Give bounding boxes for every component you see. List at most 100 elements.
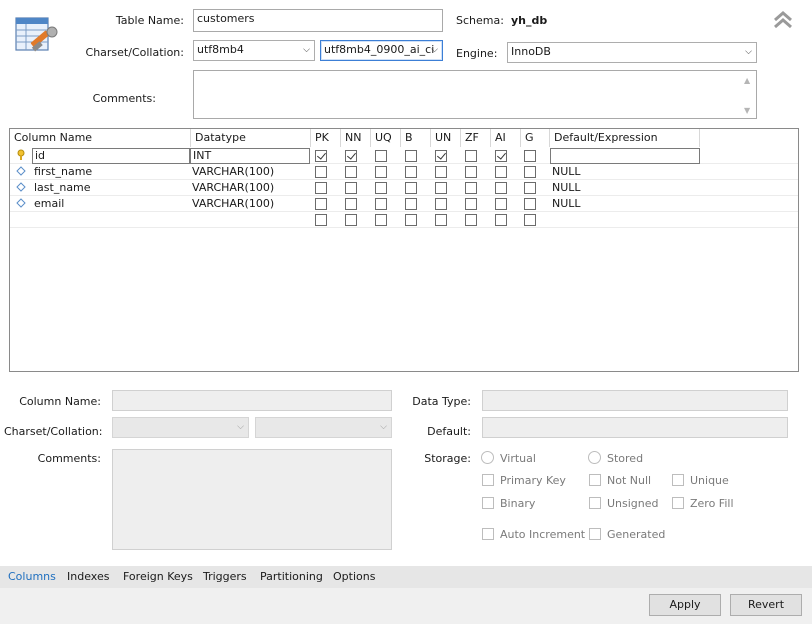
nn-checkbox[interactable] — [345, 182, 357, 194]
zf-checkbox[interactable] — [465, 198, 477, 210]
collation-select[interactable]: utf8mb4_0900_ai_ci ⌵ — [320, 40, 443, 61]
col-header-b[interactable]: B — [401, 129, 431, 147]
ai-checkbox[interactable] — [495, 214, 507, 226]
pk-checkbox[interactable] — [315, 166, 327, 178]
b-checkbox[interactable] — [405, 214, 417, 226]
detail-column-name-input[interactable] — [112, 390, 392, 411]
nn-checkbox[interactable] — [345, 150, 357, 162]
ai-checkbox[interactable] — [495, 182, 507, 194]
un-checkbox[interactable] — [435, 150, 447, 162]
table-row[interactable]: last_name VARCHAR(100) NULL — [10, 180, 798, 196]
stored-radio[interactable] — [588, 451, 601, 464]
default-cell[interactable]: NULL — [552, 196, 581, 212]
un-checkbox[interactable] — [435, 182, 447, 194]
column-name-cell[interactable]: email — [34, 196, 190, 212]
binary-checkbox[interactable] — [482, 497, 494, 509]
uq-checkbox[interactable] — [375, 150, 387, 162]
uq-checkbox[interactable] — [375, 198, 387, 210]
primary-key-checkbox[interactable] — [482, 474, 494, 486]
b-checkbox[interactable] — [405, 166, 417, 178]
tab-columns[interactable]: Columns — [8, 570, 56, 583]
col-header-default[interactable]: Default/Expression — [550, 129, 700, 147]
tab-indexes[interactable]: Indexes — [67, 570, 109, 583]
nn-checkbox[interactable] — [345, 214, 357, 226]
virtual-radio[interactable] — [481, 451, 494, 464]
pk-checkbox[interactable] — [315, 198, 327, 210]
column-name-cell[interactable]: id — [32, 148, 190, 164]
un-checkbox[interactable] — [435, 198, 447, 210]
comments-textarea[interactable]: ▲ ▼ — [193, 70, 757, 119]
engine-select[interactable]: InnoDB ⌵ — [507, 42, 757, 63]
pk-checkbox[interactable] — [315, 214, 327, 226]
table-row[interactable]: email VARCHAR(100) NULL — [10, 196, 798, 212]
table-row[interactable] — [10, 212, 798, 228]
zf-checkbox[interactable] — [465, 214, 477, 226]
unique-checkbox[interactable] — [672, 474, 684, 486]
g-checkbox[interactable] — [524, 182, 536, 194]
zf-checkbox[interactable] — [465, 166, 477, 178]
g-checkbox[interactable] — [524, 150, 536, 162]
col-header-datatype[interactable]: Datatype — [191, 129, 311, 147]
column-name-cell[interactable]: first_name — [34, 164, 190, 180]
col-header-uq[interactable]: UQ — [371, 129, 401, 147]
apply-button[interactable]: Apply — [649, 594, 721, 616]
revert-button[interactable]: Revert — [730, 594, 802, 616]
detail-default-input[interactable] — [482, 417, 788, 438]
default-cell[interactable]: NULL — [552, 180, 581, 196]
tab-foreign-keys[interactable]: Foreign Keys — [123, 570, 193, 583]
default-cell[interactable]: NULL — [552, 164, 581, 180]
detail-charset-select[interactable]: ⌵ — [112, 417, 249, 438]
detail-comments-textarea[interactable] — [112, 449, 392, 550]
zf-checkbox[interactable] — [465, 182, 477, 194]
col-header-pk[interactable]: PK — [311, 129, 341, 147]
g-checkbox[interactable] — [524, 198, 536, 210]
zero-fill-checkbox[interactable] — [672, 497, 684, 509]
generated-checkbox[interactable] — [589, 528, 601, 540]
detail-data-type-input[interactable] — [482, 390, 788, 411]
nn-checkbox[interactable] — [345, 198, 357, 210]
not-null-checkbox[interactable] — [589, 474, 601, 486]
auto-increment-checkbox[interactable] — [482, 528, 494, 540]
chevron-up-icon[interactable]: ▲ — [744, 74, 750, 88]
col-header-ai[interactable]: AI — [491, 129, 521, 147]
detail-collation-select[interactable]: ⌵ — [255, 417, 392, 438]
uq-checkbox[interactable] — [375, 182, 387, 194]
unsigned-checkbox[interactable] — [589, 497, 601, 509]
datatype-cell[interactable]: VARCHAR(100) — [192, 164, 310, 180]
datatype-cell[interactable] — [192, 212, 310, 228]
col-header-nn[interactable]: NN — [341, 129, 371, 147]
datatype-cell[interactable]: INT — [190, 148, 310, 164]
ai-checkbox[interactable] — [495, 150, 507, 162]
scrollbar[interactable]: ▲ ▼ — [740, 71, 756, 118]
nn-checkbox[interactable] — [345, 166, 357, 178]
col-header-name[interactable]: Column Name — [10, 129, 191, 147]
b-checkbox[interactable] — [405, 182, 417, 194]
ai-checkbox[interactable] — [495, 166, 507, 178]
default-cell[interactable] — [550, 148, 700, 164]
col-header-g[interactable]: G — [521, 129, 550, 147]
b-checkbox[interactable] — [405, 150, 417, 162]
un-checkbox[interactable] — [435, 166, 447, 178]
col-header-un[interactable]: UN — [431, 129, 461, 147]
column-name-cell[interactable] — [34, 212, 190, 228]
zf-checkbox[interactable] — [465, 150, 477, 162]
col-header-zf[interactable]: ZF — [461, 129, 491, 147]
charset-select[interactable]: utf8mb4 ⌵ — [193, 40, 315, 61]
ai-checkbox[interactable] — [495, 198, 507, 210]
un-checkbox[interactable] — [435, 214, 447, 226]
datatype-cell[interactable]: VARCHAR(100) — [192, 196, 310, 212]
uq-checkbox[interactable] — [375, 166, 387, 178]
double-chevron-up-icon[interactable] — [772, 10, 794, 30]
datatype-cell[interactable]: VARCHAR(100) — [192, 180, 310, 196]
table-row[interactable]: first_name VARCHAR(100) NULL — [10, 164, 798, 180]
pk-checkbox[interactable] — [315, 182, 327, 194]
column-grid[interactable]: Column Name Datatype PK NN UQ B UN ZF AI… — [9, 128, 799, 372]
chevron-down-icon[interactable]: ▼ — [744, 104, 750, 118]
tab-triggers[interactable]: Triggers — [203, 570, 247, 583]
pk-checkbox[interactable] — [315, 150, 327, 162]
g-checkbox[interactable] — [524, 214, 536, 226]
tab-partitioning[interactable]: Partitioning — [260, 570, 323, 583]
column-name-cell[interactable]: last_name — [34, 180, 190, 196]
g-checkbox[interactable] — [524, 166, 536, 178]
table-row[interactable]: id INT — [10, 148, 798, 164]
